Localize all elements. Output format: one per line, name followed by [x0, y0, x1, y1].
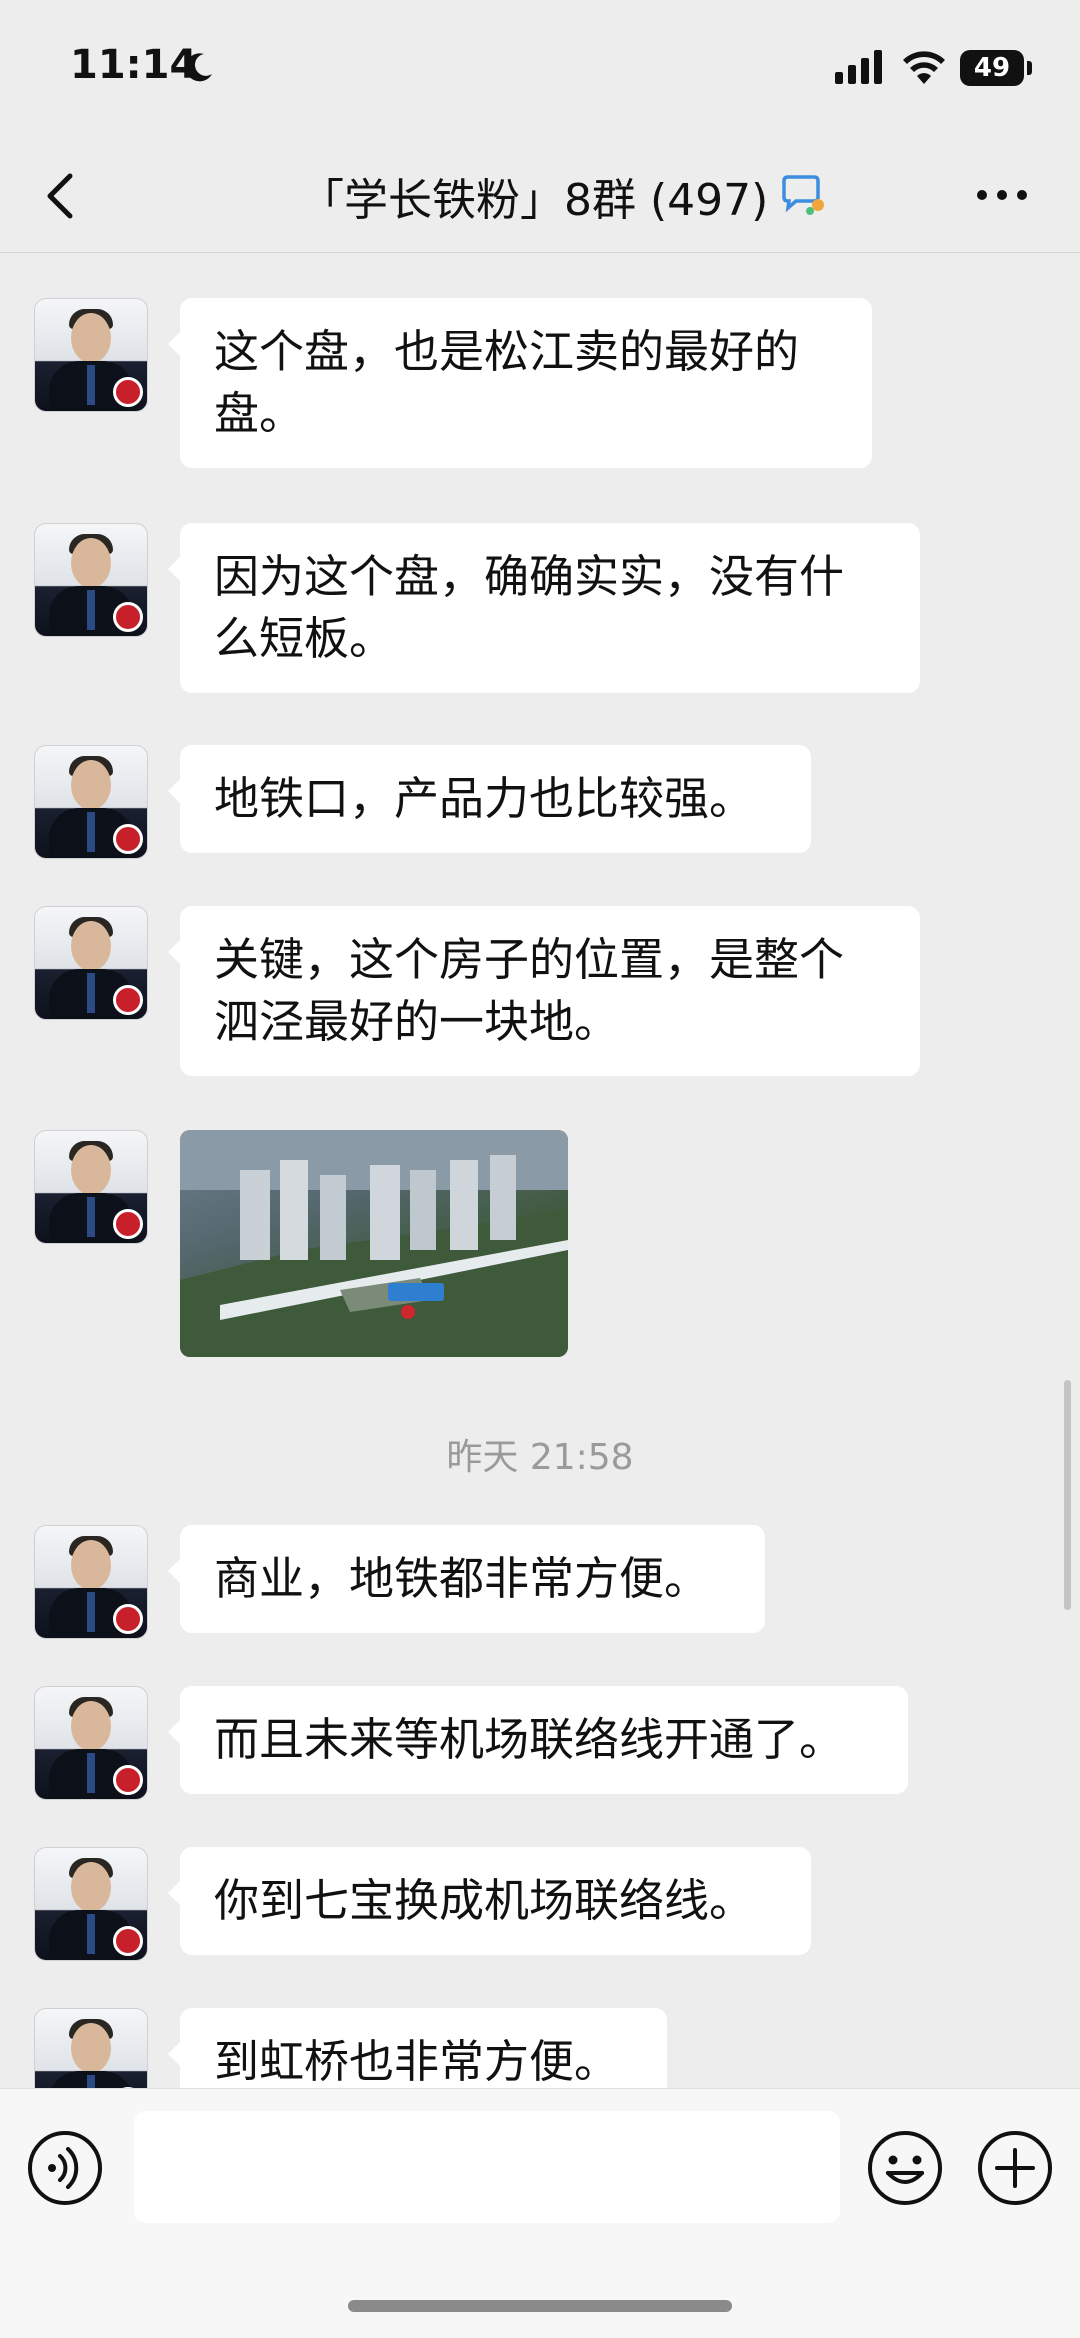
aerial-photo-illustration [180, 1130, 568, 1357]
avatar[interactable] [34, 1686, 148, 1800]
plus-icon[interactable] [976, 2129, 1054, 2207]
chat-header: 「学长铁粉」8群 (497) [0, 140, 1080, 253]
voice-icon[interactable] [26, 2129, 104, 2207]
message-bubble[interactable]: 到虹桥也非常方便。 [168, 2008, 667, 2088]
wifi-icon [903, 51, 945, 84]
message-bubble[interactable]: 关键，这个房子的位置，是整个 泗泾最好的一块地。 [168, 906, 920, 1076]
message-list[interactable]: 这个盘，也是松江卖的最好的 盘。 因为这个盘，确确实实，没有什 么短板。 地铁口… [0, 253, 1080, 2088]
chat-title-wrap[interactable]: 「学长铁粉」8群 (497) [300, 164, 828, 228]
message-bubble[interactable]: 因为这个盘，确确实实，没有什 么短板。 [168, 523, 920, 693]
message-bubble[interactable]: 商业，地铁都非常方便。 [168, 1525, 765, 1633]
moon-icon [185, 53, 212, 82]
message-bubble[interactable]: 地铁口，产品力也比较强。 [168, 745, 811, 853]
avatar[interactable] [34, 1525, 148, 1639]
emoji-icon[interactable] [866, 2129, 944, 2207]
status-time: 11:14 [70, 42, 198, 88]
avatar[interactable] [34, 523, 148, 637]
timestamp: 昨天 21:58 [446, 1437, 634, 1478]
avatar[interactable] [34, 745, 148, 859]
message-bubble[interactable]: 这个盘，也是松江卖的最好的 盘。 [168, 298, 872, 468]
battery-tip [1027, 61, 1032, 75]
more-dots-icon[interactable] [972, 180, 1032, 210]
home-indicator[interactable] [348, 2300, 732, 2312]
avatar[interactable] [34, 906, 148, 1020]
chevron-left-icon[interactable] [40, 168, 80, 224]
image-message[interactable] [180, 1130, 568, 1357]
avatar[interactable] [34, 298, 148, 412]
avatar[interactable] [34, 1847, 148, 1961]
chat-bubble-icon [782, 175, 825, 215]
scrollbar[interactable] [1064, 1380, 1071, 1610]
chat-title: 「学长铁粉」8群 (497) [300, 175, 769, 226]
avatar[interactable] [34, 2008, 148, 2088]
battery-indicator: 49 [960, 50, 1024, 86]
status-bar: 11:14 49 [0, 0, 1080, 140]
message-bubble[interactable]: 而且未来等机场联络线开通了。 [168, 1686, 908, 1794]
cellular-signal-icon [835, 50, 882, 84]
avatar[interactable] [34, 1130, 148, 1244]
message-input[interactable] [134, 2111, 840, 2223]
message-bubble[interactable]: 你到七宝换成机场联络线。 [168, 1847, 811, 1955]
